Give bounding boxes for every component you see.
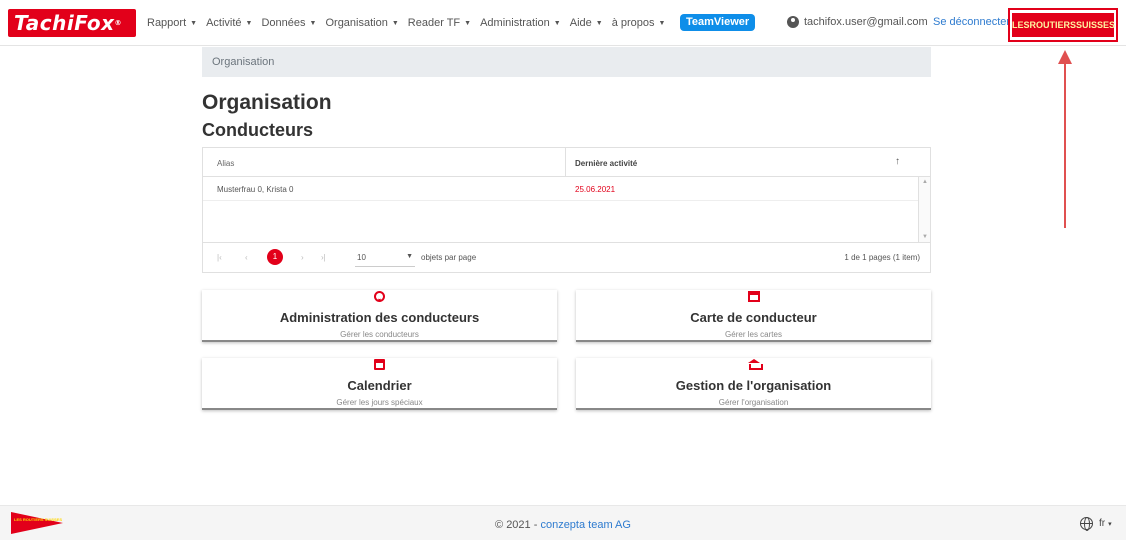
face-icon [374, 291, 385, 302]
page-title: Organisation [202, 91, 332, 114]
highlight-box [1008, 8, 1118, 42]
caret-down-icon: ▾ [1108, 520, 1112, 528]
card-title: Gestion de l'organisation [675, 378, 832, 393]
first-page-button[interactable]: |‹ [217, 253, 222, 262]
table-row[interactable]: Musterfrau 0, Krista 0 25.06.2021 [203, 177, 918, 201]
drivers-grid: Alias Dernière activité ↑ Musterfrau 0, … [202, 147, 931, 273]
grid-pager: |‹ ‹ 1 › ›| 10 ▼ objets par page 1 de 1 … [203, 242, 930, 272]
last-page-button[interactable]: ›| [321, 253, 326, 262]
bank-icon [747, 359, 763, 370]
card-title: Calendrier [347, 378, 412, 393]
caret-down-icon: ▼ [309, 19, 317, 27]
cell-alias: Musterfrau 0, Krista 0 [217, 185, 294, 194]
section-title: Conducteurs [202, 120, 314, 140]
menu-aide[interactable]: Aide ▼ [570, 17, 603, 29]
menu-donnees[interactable]: Données ▼ [261, 17, 316, 29]
next-page-button[interactable]: › [301, 253, 304, 262]
column-header-last-activity[interactable]: Dernière activité [575, 159, 637, 168]
card-subtitle: Gérer l'organisation [718, 398, 789, 407]
user-email: tachifox.user@gmail.com [804, 16, 928, 28]
card-driver-card[interactable]: Carte de conducteur Gérer les cartes [576, 290, 931, 342]
column-divider [565, 148, 566, 177]
menu-organisation[interactable]: Organisation ▼ [325, 17, 398, 29]
page-info: 1 de 1 pages (1 item) [844, 253, 920, 262]
caret-down-icon: ▼ [595, 19, 603, 27]
company-link[interactable]: conzepta team AG [540, 519, 631, 531]
caret-down-icon: ▼ [391, 19, 399, 27]
chevron-down-icon: ▼ [406, 253, 413, 260]
menu-rapport[interactable]: Rapport ▼ [147, 17, 197, 29]
current-page-button[interactable]: 1 [267, 249, 283, 265]
cell-last-activity: 25.06.2021 [575, 185, 616, 194]
logout-link[interactable]: Se déconnecter [933, 16, 1010, 28]
grid-header: Alias Dernière activité ↑ [203, 148, 930, 177]
card-subtitle: Gérer les conducteurs [340, 330, 419, 339]
teamviewer-button[interactable]: TeamViewer [680, 14, 756, 31]
scroll-up-icon[interactable]: ▲ [922, 179, 928, 185]
tachifox-logo[interactable]: TachiFox® [8, 9, 136, 37]
top-navbar: TachiFox® Rapport ▼ Activité ▼ Données ▼ Or… [0, 0, 1126, 46]
menu-activite[interactable]: Activité ▼ [206, 17, 252, 29]
user-account[interactable]: tachifox.user@gmail.com [787, 16, 928, 28]
card-icon [747, 291, 760, 302]
card-title: Administration des conducteurs [279, 310, 480, 325]
card-title: Carte de conducteur [690, 310, 817, 325]
page-size-select[interactable]: 10 ▼ [355, 253, 415, 267]
breadcrumb[interactable]: Organisation [202, 47, 931, 77]
caret-down-icon: ▼ [190, 19, 198, 27]
menu-administration[interactable]: Administration ▼ [480, 17, 561, 29]
card-calendar[interactable]: Calendrier Gérer les jours spéciaux [202, 358, 557, 410]
caret-down-icon: ▼ [658, 19, 666, 27]
scroll-down-icon[interactable]: ▼ [922, 234, 928, 240]
card-subtitle: Gérer les jours spéciaux [336, 398, 423, 407]
sort-ascending-icon[interactable]: ↑ [895, 156, 900, 167]
language-selector[interactable]: fr ▾ [1080, 517, 1112, 531]
globe-icon [1080, 517, 1093, 531]
menu-a-propos[interactable]: à propos ▼ [612, 17, 666, 29]
column-header-alias[interactable]: Alias [217, 159, 234, 168]
annotation-arrow [1058, 50, 1072, 228]
menu-reader-tf[interactable]: Reader TF ▼ [408, 17, 471, 29]
prev-page-button[interactable]: ‹ [245, 253, 248, 262]
footer: LES ROUTIERS SUISSES © 2021 - conzepta t… [0, 505, 1126, 540]
card-subtitle: Gérer les cartes [725, 330, 782, 339]
card-organization-management[interactable]: Gestion de l'organisation Gérer l'organi… [576, 358, 931, 410]
main-menu: Rapport ▼ Activité ▼ Données ▼ Organisation… [147, 17, 674, 29]
grid-scrollbar[interactable]: ▲ ▼ [918, 177, 930, 242]
copyright: © 2021 - conzepta team AG [495, 519, 631, 531]
per-page-label: objets par page [421, 253, 477, 262]
user-circle-icon [787, 16, 799, 28]
caret-down-icon: ▼ [464, 19, 472, 27]
calendar-icon [374, 359, 385, 370]
card-driver-administration[interactable]: Administration des conducteurs Gérer les… [202, 290, 557, 342]
caret-down-icon: ▼ [245, 19, 253, 27]
caret-down-icon: ▼ [553, 19, 561, 27]
